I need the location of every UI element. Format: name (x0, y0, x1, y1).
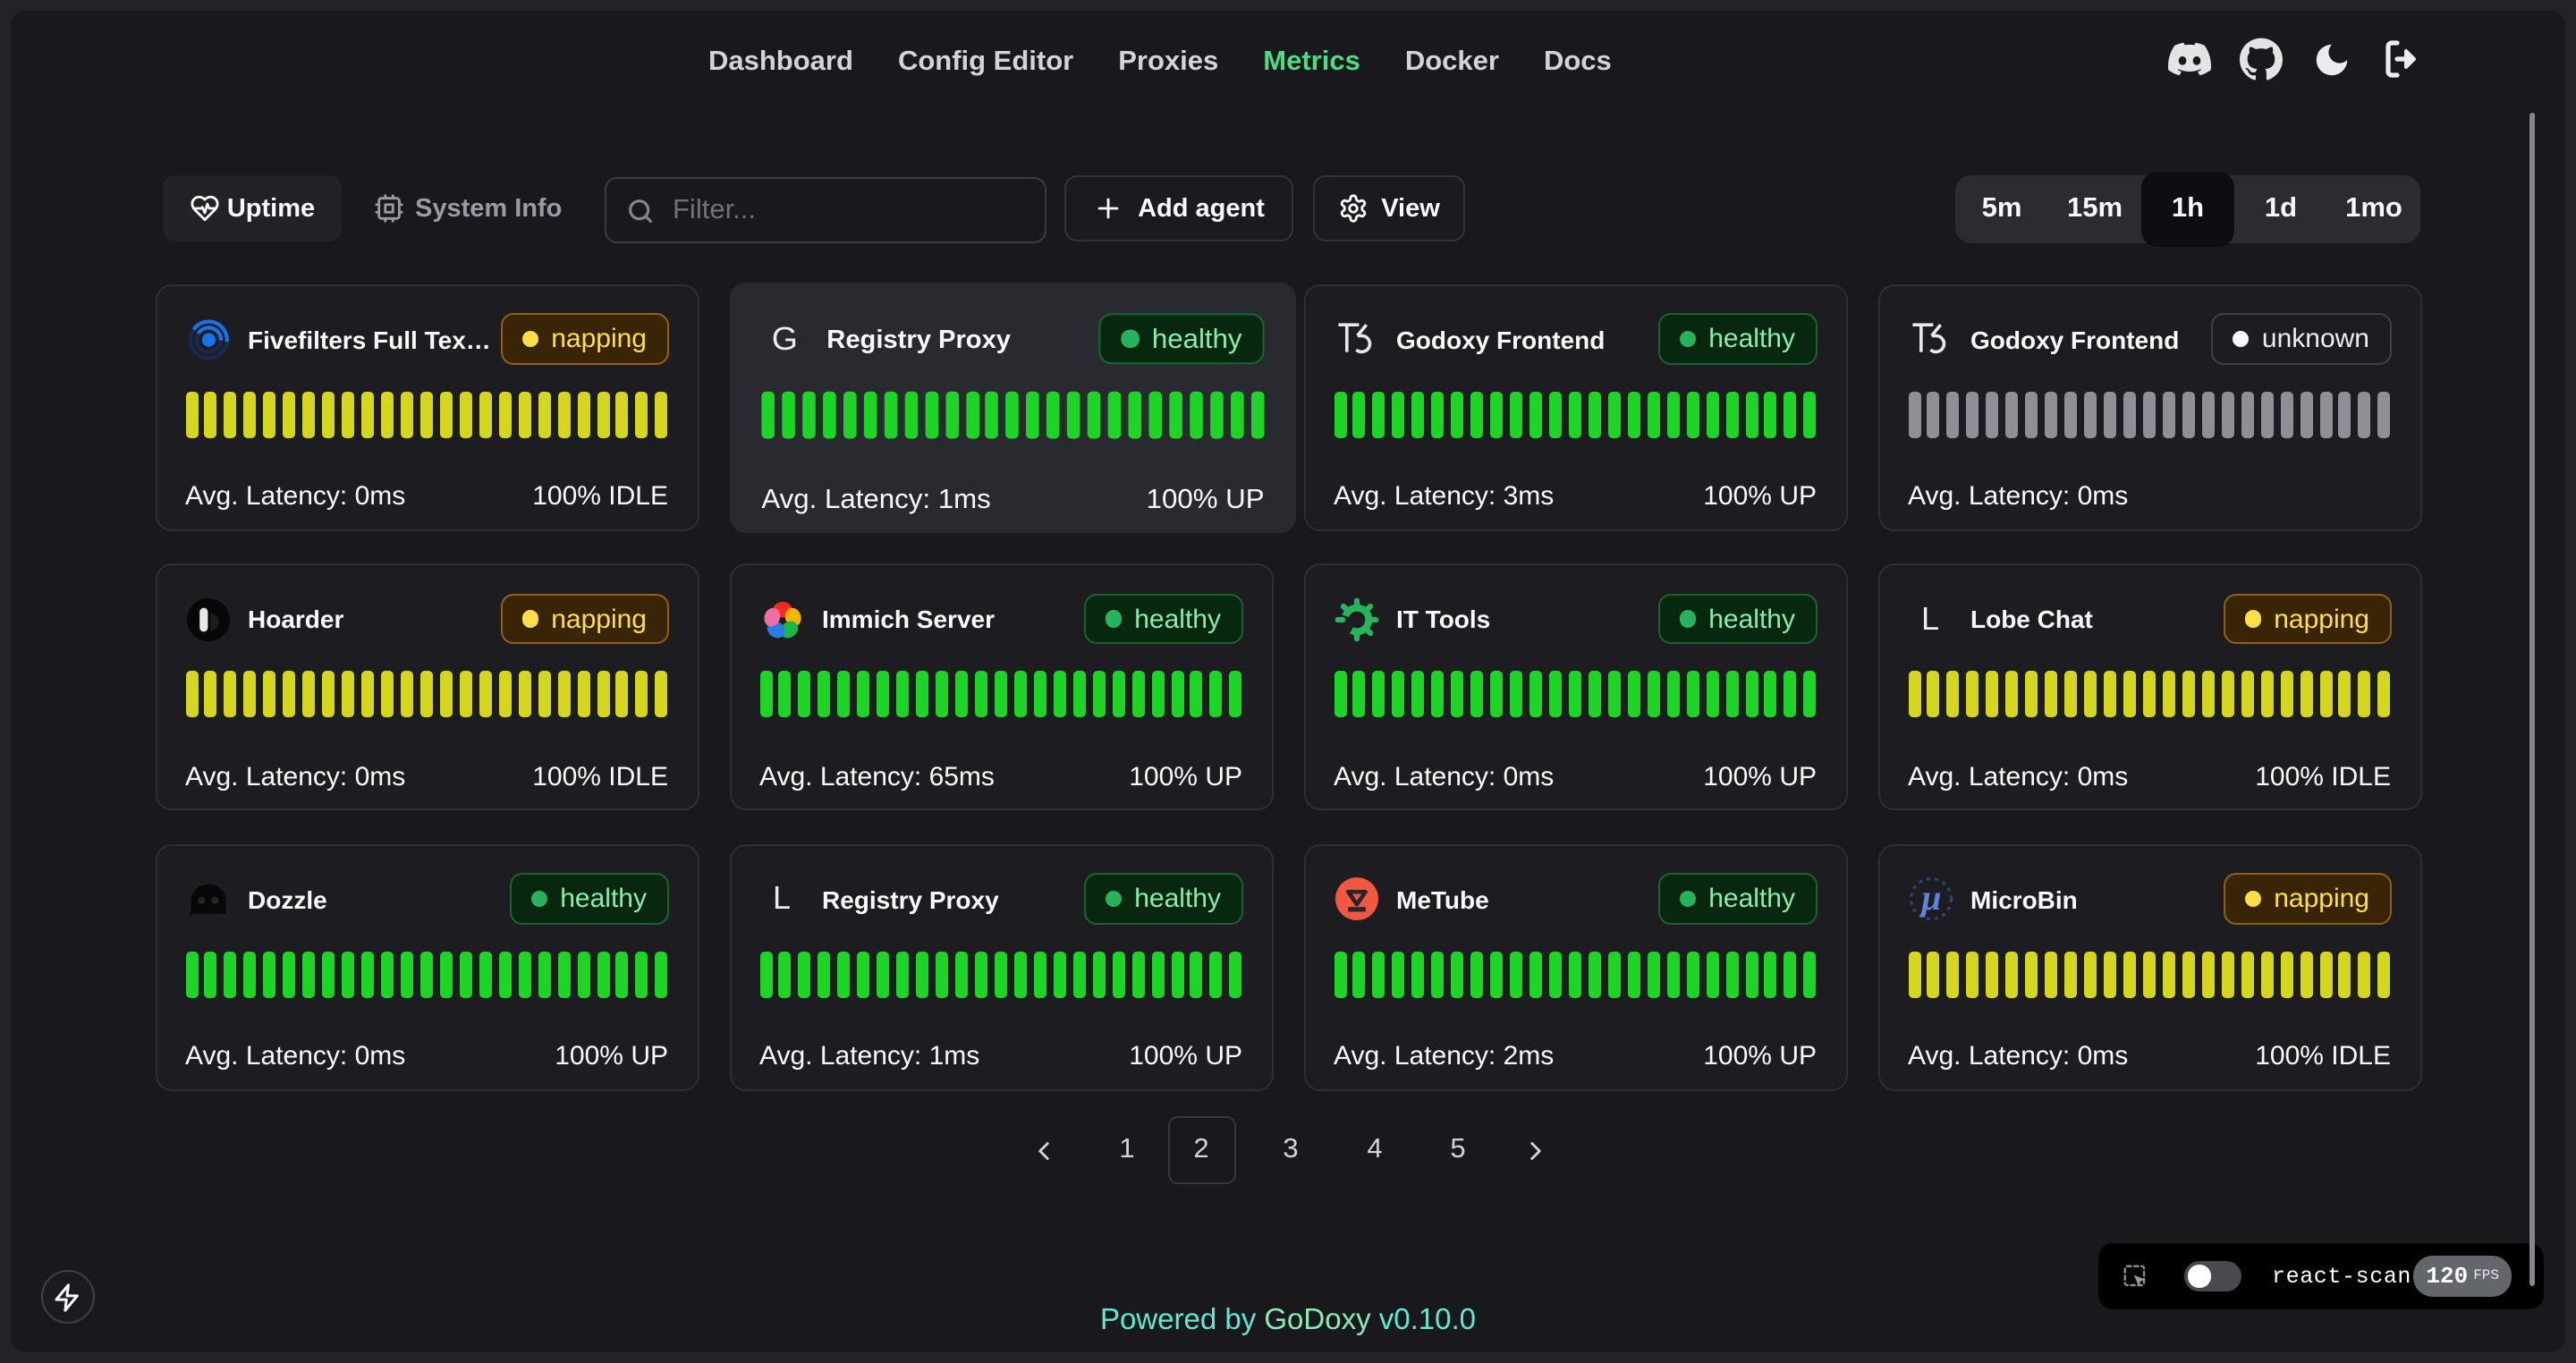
svg-text:μ: μ (1919, 877, 1940, 918)
